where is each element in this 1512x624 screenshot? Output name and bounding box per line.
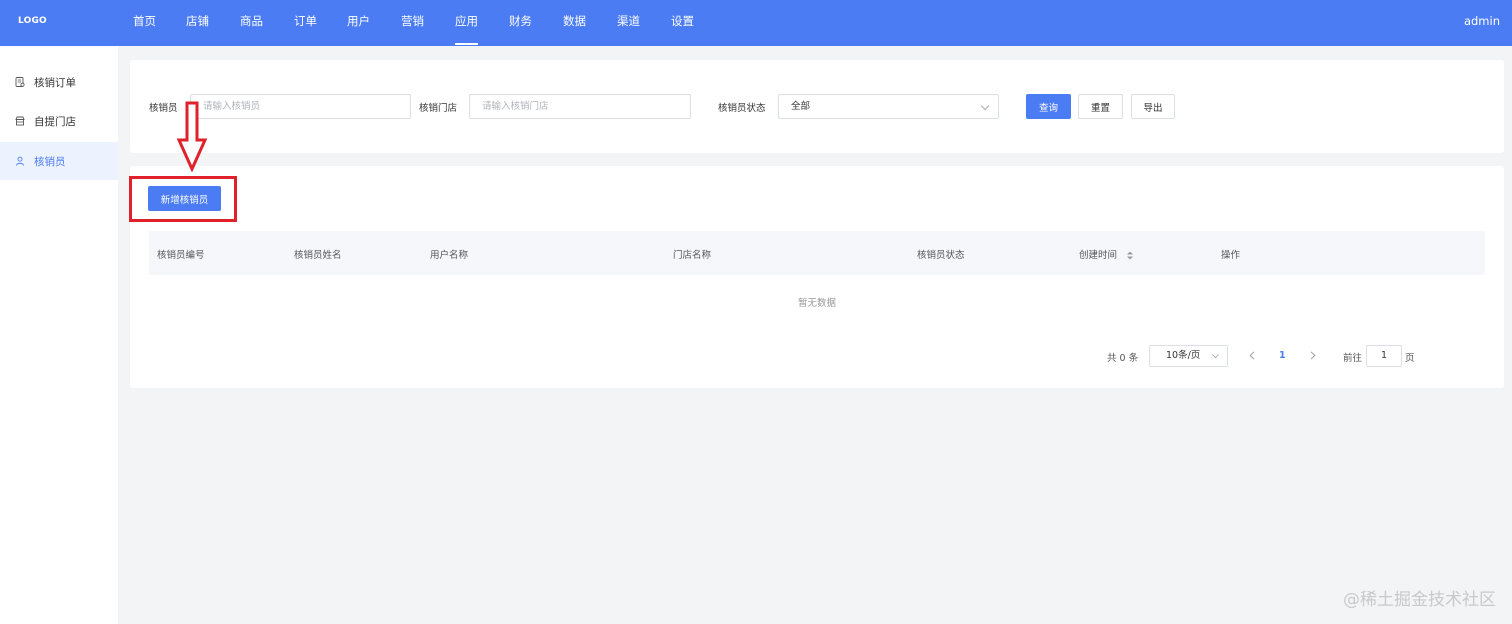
- nav-item-apps[interactable]: 应用: [455, 14, 478, 45]
- sidebar-item-verify-orders[interactable]: 核销订单: [0, 63, 118, 101]
- table-panel: [130, 166, 1504, 388]
- table-header: [149, 231, 1485, 275]
- annotation-highlight-box: [129, 176, 237, 222]
- store-search-input[interactable]: 请输入核销门店: [469, 94, 691, 119]
- pagination-total: 共 0 条: [1107, 353, 1139, 364]
- goto-page-input[interactable]: 1: [1366, 345, 1402, 367]
- nav-item-finance[interactable]: 财务: [509, 14, 532, 28]
- order-doc-icon: [15, 77, 25, 87]
- nav-item-channels[interactable]: 渠道: [617, 14, 640, 28]
- status-filter-label: 核销员状态: [718, 103, 766, 114]
- user-menu[interactable]: admin: [1464, 14, 1500, 28]
- clerk-filter-label: 核销员: [149, 103, 178, 114]
- column-header-created-time[interactable]: 创建时间: [1079, 247, 1134, 261]
- column-header-clerk-id: 核销员编号: [157, 250, 205, 261]
- column-header-clerk-status: 核销员状态: [917, 250, 965, 261]
- clerk-search-input[interactable]: 请输入核销员: [190, 94, 411, 119]
- sidebar-item-label: 核销员: [34, 155, 66, 168]
- column-header-label: 创建时间: [1079, 250, 1118, 261]
- export-button[interactable]: 导出: [1131, 94, 1175, 119]
- sort-icon[interactable]: [1126, 251, 1134, 260]
- goto-prefix: 前往: [1343, 353, 1363, 364]
- prev-page-icon[interactable]: [1249, 351, 1255, 360]
- annotation-arrow-icon: [176, 101, 208, 172]
- goto-suffix: 页: [1405, 353, 1415, 364]
- column-header-user-name: 用户名称: [430, 250, 469, 261]
- nav-item-settings[interactable]: 设置: [671, 14, 694, 28]
- status-select-value: 全部: [791, 101, 811, 112]
- nav-item-shop[interactable]: 店铺: [186, 14, 209, 28]
- current-page-number[interactable]: 1: [1279, 350, 1286, 361]
- nav-item-orders[interactable]: 订单: [294, 14, 317, 28]
- nav-item-home[interactable]: 首页: [133, 14, 156, 28]
- sidebar-item-label: 自提门店: [34, 115, 76, 128]
- user-icon: [16, 156, 24, 166]
- nav-item-products[interactable]: 商品: [240, 14, 263, 28]
- reset-button[interactable]: 重置: [1078, 94, 1123, 119]
- top-navbar: LOGO 首页 店铺 商品 订单 用户 营销 应用 财务 数据 渠道 设置 ad…: [0, 0, 1512, 46]
- nav-item-users[interactable]: 用户: [347, 14, 370, 28]
- page-size-value: 10条/页: [1166, 350, 1201, 361]
- sidebar-item-pickup-stores[interactable]: 自提门店: [0, 102, 118, 140]
- logo: LOGO: [18, 16, 47, 26]
- chevron-down-icon: [1212, 354, 1219, 359]
- store-icon: [15, 116, 25, 126]
- sidebar: 核销订单 自提门店 核销员: [0, 46, 118, 624]
- status-select[interactable]: 全部: [778, 94, 999, 119]
- column-header-store-name: 门店名称: [673, 250, 712, 261]
- chevron-down-icon: [980, 101, 990, 111]
- page-size-select[interactable]: 10条/页: [1149, 345, 1228, 367]
- column-header-actions: 操作: [1221, 250, 1241, 261]
- sidebar-item-label: 核销订单: [34, 76, 76, 89]
- sidebar-item-clerks[interactable]: 核销员: [0, 142, 118, 180]
- watermark: @稀土掘金技术社区: [1343, 590, 1496, 610]
- store-filter-label: 核销门店: [419, 103, 458, 114]
- nav-item-data[interactable]: 数据: [563, 14, 586, 28]
- empty-state-text: 暂无数据: [798, 298, 837, 309]
- column-header-clerk-name: 核销员姓名: [294, 250, 342, 261]
- nav-item-marketing[interactable]: 营销: [401, 14, 424, 28]
- next-page-icon[interactable]: [1310, 351, 1316, 360]
- search-button[interactable]: 查询: [1026, 94, 1071, 119]
